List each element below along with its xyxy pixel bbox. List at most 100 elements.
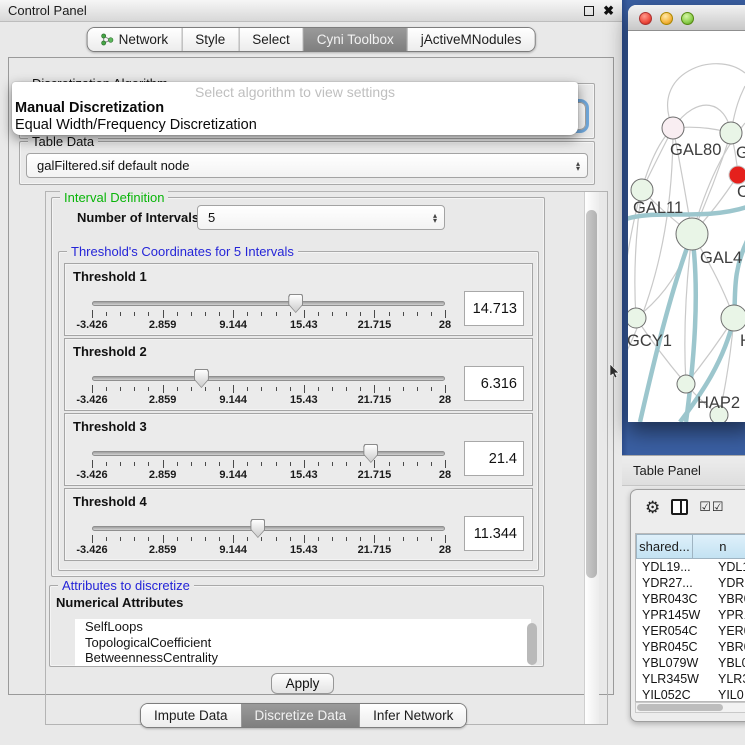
minimize-traffic-light-icon[interactable] <box>660 12 673 25</box>
attribute-item-topologicalcoefficient[interactable]: TopologicalCoefficient <box>75 635 531 651</box>
attributes-group-title: Attributes to discretize <box>58 578 194 593</box>
table-column-header-n[interactable]: n <box>693 534 745 559</box>
float-window-icon[interactable] <box>584 6 594 16</box>
table-row[interactable]: YDL19...YDL1 <box>636 559 745 575</box>
popup-hint: Select algorithm to view settings <box>12 82 578 100</box>
table-row[interactable]: YBR043CYBR0 <box>636 591 745 607</box>
threshold-value-field[interactable]: 21.4 <box>464 441 524 476</box>
slider-tick <box>304 310 305 318</box>
slider-tick <box>389 312 390 316</box>
attribute-item-selfloops[interactable]: SelfLoops <box>75 619 531 635</box>
slider-tick-label: 21.715 <box>358 319 392 331</box>
slider-tick <box>318 462 319 466</box>
table-row[interactable]: YER054CYER0 <box>636 623 745 639</box>
number-of-intervals-value: 5 <box>208 210 215 225</box>
slider-tick <box>148 462 149 466</box>
slider-tick <box>134 387 135 391</box>
table-row[interactable]: YBL079WYBL0 <box>636 655 745 671</box>
slider-tick <box>276 462 277 466</box>
network-node[interactable] <box>721 305 745 331</box>
gear-icon[interactable]: ⚙ <box>645 499 660 516</box>
tab-label: Cyni Toolbox <box>317 32 394 47</box>
popup-item-equal-width-frequency-discretization[interactable]: Equal Width/Frequency Discretization <box>12 117 578 134</box>
table-row[interactable]: YDR27...YDR2 <box>636 575 745 591</box>
network-node[interactable] <box>676 218 708 250</box>
table-data-combobox[interactable]: galFiltered.sif default node ▴▾ <box>26 153 588 178</box>
threshold-slider-thumb[interactable] <box>288 294 303 313</box>
zoom-traffic-light-icon[interactable] <box>681 12 694 25</box>
network-node[interactable] <box>729 166 745 184</box>
slider-tick <box>205 387 206 391</box>
slider-tick-label: 15.43 <box>290 394 318 406</box>
threshold-value-field[interactable]: 14.713 <box>464 291 524 326</box>
slider-tick <box>261 462 262 466</box>
threshold-slider-thumb[interactable] <box>363 444 378 463</box>
threshold-value-field[interactable]: 11.344 <box>464 516 524 551</box>
slider-tick <box>219 387 220 391</box>
slider-tick <box>360 387 361 391</box>
popup-item-manual-discretization[interactable]: Manual Discretization <box>12 100 578 117</box>
threshold-slider-track[interactable] <box>92 376 445 381</box>
columns-icon[interactable] <box>671 499 688 515</box>
slider-tick <box>134 537 135 541</box>
tab-cyni-toolbox[interactable]: Cyni Toolbox <box>304 28 408 51</box>
threshold-slider-track[interactable] <box>92 301 445 306</box>
interval-definition-title: Interval Definition <box>60 190 168 205</box>
network-node[interactable] <box>631 179 653 201</box>
select-columns-checkboxes-icon[interactable]: ☑☑ <box>699 499 724 515</box>
tab-discretize-data[interactable]: Discretize Data <box>242 704 361 727</box>
slider-tick <box>417 387 418 391</box>
table-horizontal-scrollbar-thumb[interactable] <box>637 704 723 711</box>
threshold-panel-1: Threshold 1-3.4262.8599.14415.4321.71528… <box>64 263 533 336</box>
slider-tick-label: 9.144 <box>219 394 247 406</box>
vertical-scrollbar-thumb[interactable] <box>586 210 597 578</box>
table-row[interactable]: YBR045CYBR0 <box>636 639 745 655</box>
slider-tick <box>247 387 248 391</box>
attributes-list-scrollbar-thumb[interactable] <box>527 623 537 665</box>
threshold-slider-track[interactable] <box>92 451 445 456</box>
network-canvas[interactable]: GAL80GACGAL11GAL4GCY1HHAP2 <box>628 31 745 422</box>
table-cell: YBR045C <box>636 640 710 654</box>
tab-infer-network[interactable]: Infer Network <box>360 704 466 727</box>
number-of-intervals-combobox[interactable]: 5 ▴▾ <box>197 205 445 230</box>
slider-tick <box>106 537 107 541</box>
numerical-attributes-list[interactable]: SelfLoopsTopologicalCoefficientBetweenne… <box>75 619 531 666</box>
tab-network[interactable]: Network <box>88 28 183 51</box>
tab-label: Impute Data <box>154 708 228 723</box>
threshold-slider-track[interactable] <box>92 526 445 531</box>
network-node[interactable] <box>677 375 695 393</box>
apply-button[interactable]: Apply <box>271 673 334 694</box>
table-row[interactable]: YIL052CYIL0 <box>636 687 745 702</box>
table-horizontal-scrollbar[interactable] <box>635 702 745 713</box>
slider-tick <box>276 387 277 391</box>
slider-tick <box>233 385 234 393</box>
table-row[interactable]: YPR145WYPR1 <box>636 607 745 623</box>
table-cell: YBL079W <box>636 656 710 670</box>
slider-tick <box>134 462 135 466</box>
tab-jactivemnodules[interactable]: jActiveMNodules <box>408 28 535 51</box>
close-traffic-light-icon[interactable] <box>639 12 652 25</box>
threshold-panel-3: Threshold 3-3.4262.8599.14415.4321.71528… <box>64 413 533 486</box>
slider-tick <box>177 462 178 466</box>
slider-tick-label: 21.715 <box>358 544 392 556</box>
slider-tick <box>346 537 347 541</box>
threshold-slider-thumb[interactable] <box>194 369 209 388</box>
threshold-value-field[interactable]: 6.316 <box>464 366 524 401</box>
tab-impute-data[interactable]: Impute Data <box>141 704 242 727</box>
table-column-header-shared[interactable]: shared... <box>636 534 693 559</box>
table-row[interactable]: YLR345WYLR3 <box>636 671 745 687</box>
tab-select[interactable]: Select <box>239 28 304 51</box>
network-node[interactable] <box>628 308 646 328</box>
slider-tick-label: 9.144 <box>219 319 247 331</box>
slider-tick <box>247 537 248 541</box>
close-icon[interactable]: ✖ <box>603 6 614 16</box>
network-node[interactable] <box>720 122 742 144</box>
network-node[interactable] <box>662 117 684 139</box>
tab-style[interactable]: Style <box>182 28 239 51</box>
node-label-gal4: GAL4 <box>700 249 742 267</box>
attribute-item-betweennesscentrality[interactable]: BetweennessCentrality <box>75 650 531 666</box>
slider-tick-label: -3.426 <box>76 319 107 331</box>
table-toolbar: ⚙ ☑☑ <box>631 490 745 524</box>
threshold-slider-thumb[interactable] <box>250 519 265 538</box>
node-table[interactable]: shared...n YDL19...YDL1YDR27...YDR2YBR04… <box>635 533 745 702</box>
